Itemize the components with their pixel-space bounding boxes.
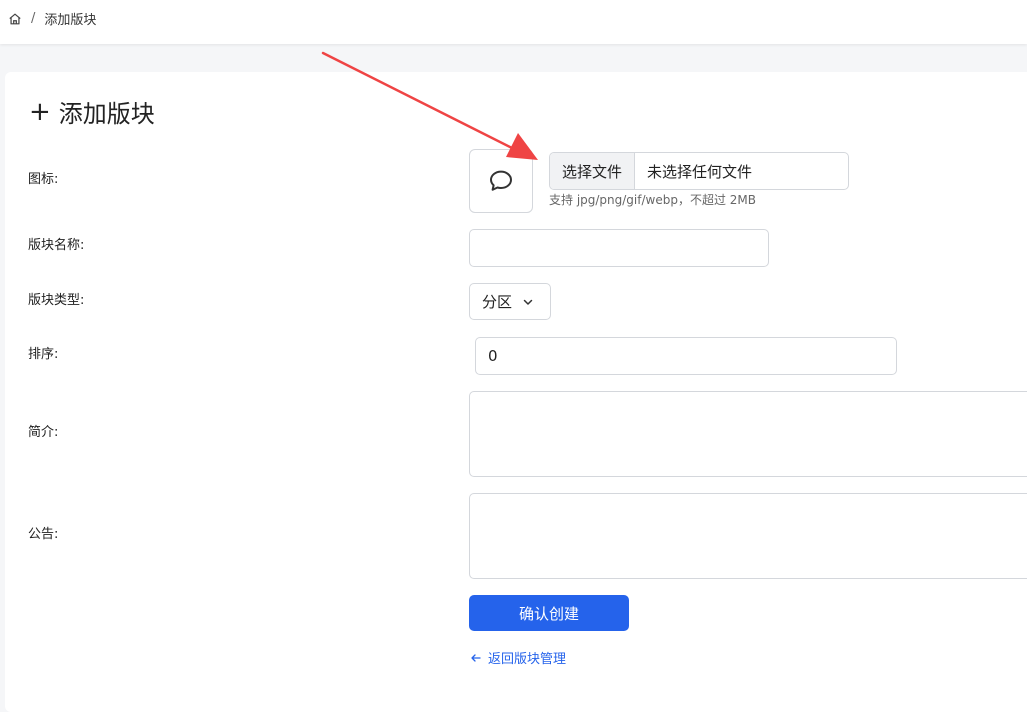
- icon-label: 图标:: [28, 172, 59, 187]
- arrow-left-icon: [471, 653, 481, 662]
- home-icon[interactable]: [8, 12, 22, 26]
- choose-file-button[interactable]: 选择文件: [550, 153, 636, 189]
- breadcrumb-current: 添加版块: [44, 13, 97, 28]
- top-bar: / 添加版块: [0, 0, 1027, 44]
- page-title-text: 添加版块: [58, 100, 155, 128]
- notice-textarea[interactable]: [469, 493, 1027, 579]
- file-name-text: 未选择任何文件: [647, 162, 753, 181]
- icon-hint: 支持 jpg/png/gif/webp，不超过 2MB: [549, 193, 756, 207]
- icon-file-input[interactable]: 选择文件 未选择任何文件: [549, 152, 849, 190]
- breadcrumb-separator: /: [31, 11, 36, 26]
- chevron-down-icon: [523, 299, 533, 305]
- confirm-create-button[interactable]: 确认创建: [469, 595, 629, 631]
- plus-icon: +: [29, 96, 51, 127]
- name-label: 版块名称:: [28, 238, 85, 253]
- notice-label: 公告:: [28, 527, 59, 542]
- page-title: + 添加版块: [29, 94, 155, 129]
- breadcrumb: / 添加版块: [8, 9, 96, 28]
- type-label: 版块类型:: [28, 293, 85, 308]
- intro-label: 简介:: [28, 425, 59, 440]
- order-label: 排序:: [28, 347, 59, 362]
- name-input[interactable]: [469, 229, 769, 267]
- chat-bubble-icon: [490, 170, 512, 191]
- back-link-text[interactable]: 返回版块管理: [488, 648, 566, 667]
- type-select[interactable]: 分区: [469, 283, 551, 320]
- order-input[interactable]: 0: [475, 337, 897, 375]
- back-link[interactable]: 返回版块管理: [470, 648, 566, 667]
- type-select-value: 分区: [482, 293, 513, 311]
- intro-textarea[interactable]: [469, 391, 1027, 477]
- icon-preview: [469, 149, 533, 213]
